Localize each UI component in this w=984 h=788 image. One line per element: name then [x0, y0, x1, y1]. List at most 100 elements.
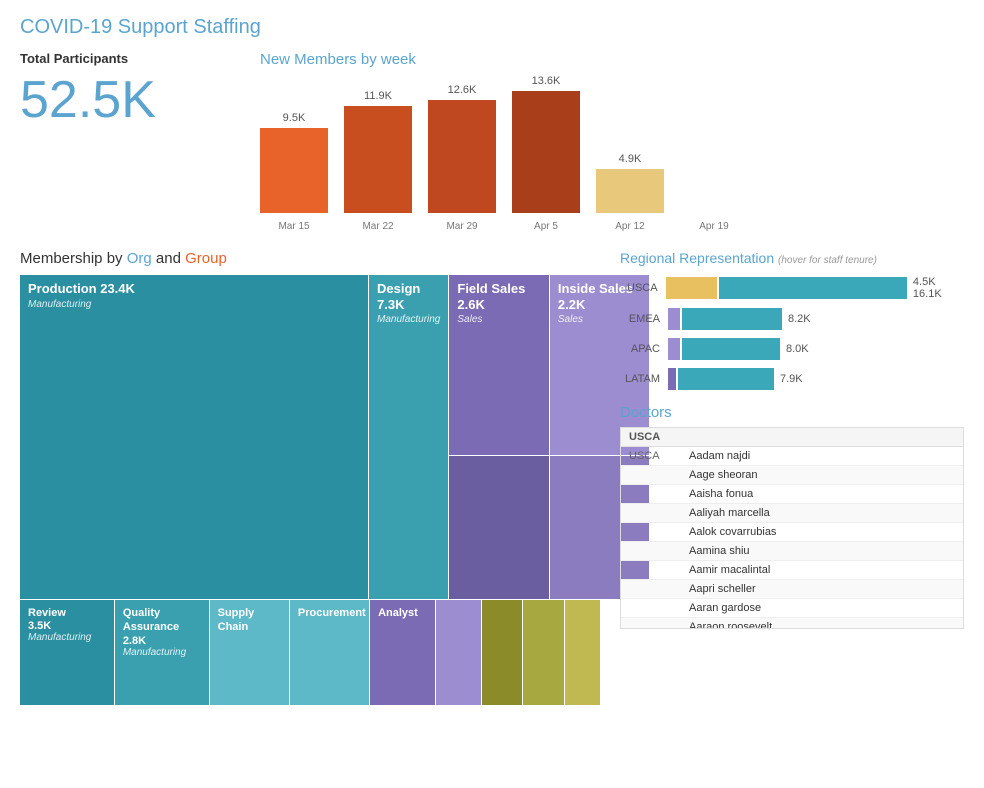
treemap-bottom-cell: Analyst: [370, 600, 435, 705]
bar: [344, 106, 412, 213]
region-bar-wrap: 8.0K: [668, 338, 809, 360]
treemap-bottom-cell: Review3.5KManufacturing: [20, 600, 114, 705]
region-bar-seg1: [668, 338, 680, 360]
bar: [596, 169, 664, 213]
doctors-data-row[interactable]: Aalok covarrubias: [621, 523, 963, 542]
doctors-cell-region: USCA: [621, 447, 681, 465]
bar-label: Apr 12: [615, 221, 644, 232]
doctors-data-row[interactable]: Aamir macalintal: [621, 561, 963, 580]
doctors-cell-region: [621, 523, 681, 541]
doctors-header-name: [681, 428, 963, 446]
treemap-bottom-cell: [565, 600, 600, 705]
region-label: APAC: [620, 343, 660, 355]
total-participants-value: 52.5K: [20, 72, 240, 129]
bar: [260, 128, 328, 213]
doctors-cell-region: [621, 561, 681, 579]
bar-col: 12.6K Mar 29: [428, 84, 496, 232]
region-bar-value: 8.2K: [788, 313, 811, 325]
region-label: USCA: [620, 282, 658, 294]
bar-col: 13.6K Apr 5: [512, 75, 580, 232]
doctors-body[interactable]: USCAUSCAAadam najdiAage sheoranAaisha fo…: [621, 428, 963, 628]
doctors-cell-name: Aaraon roosevelt: [681, 618, 963, 628]
doctors-cell-region: [621, 580, 681, 598]
region-row: LATAM 7.9K: [620, 368, 964, 390]
membership-title-text: Membership by Org and Group: [20, 250, 227, 267]
treemap-cell-sm1: [449, 456, 549, 599]
region-row: USCA 4.5K 16.1K: [620, 276, 964, 300]
region-bar-seg2: [682, 308, 782, 330]
treemap-mid-group: Design7.3KManufacturingField Sales2.6KSa…: [369, 275, 649, 599]
doctors-data-row[interactable]: Aaraon roosevelt: [621, 618, 963, 628]
doctors-cell-name: Aaisha fonua: [681, 485, 963, 503]
total-participants-label: Total Participants: [20, 51, 240, 66]
bar-col: 11.9KMar 22: [344, 90, 412, 232]
bottom-section: Membership by Org and Group Production 2…: [20, 250, 964, 705]
bar-label: Mar 22: [362, 221, 393, 232]
doctors-cell-region: [621, 485, 681, 503]
doctors-cell-region: [621, 542, 681, 560]
region-row: APAC 8.0K: [620, 338, 964, 360]
bar-col: Apr 19: [680, 209, 748, 232]
treemap-cell-field-sales: Field Sales2.6KSales: [449, 275, 549, 455]
region-bar-wrap: 7.9K: [668, 368, 803, 390]
doctors-cell-region: [621, 466, 681, 484]
right-panel: Regional Representation (hover for staff…: [620, 250, 964, 705]
bar-value: 13.6K: [532, 75, 561, 87]
bar-chart-title: New Members by week: [260, 51, 964, 68]
doctors-cell-name: Aage sheoran: [681, 466, 963, 484]
doctors-cell-region: [621, 599, 681, 617]
bar-value: 12.6K: [448, 84, 477, 96]
region-bar-value: 8.0K: [786, 343, 809, 355]
left-panel: Membership by Org and Group Production 2…: [20, 250, 600, 705]
total-participants-panel: Total Participants 52.5K: [20, 51, 240, 236]
treemap: Production 23.4KManufacturingDesign7.3KM…: [20, 275, 600, 705]
doctors-data-row[interactable]: Aaisha fonua: [621, 485, 963, 504]
doctors-cell-region: [621, 504, 681, 522]
treemap-top-row: Production 23.4KManufacturingDesign7.3KM…: [20, 275, 600, 599]
doctors-data-row[interactable]: Aapri scheller: [621, 580, 963, 599]
doctors-cell-name: Aaliyah marcella: [681, 504, 963, 522]
doctors-cell-name: Aamir macalintal: [681, 561, 963, 579]
region-bar-wrap: 8.2K: [668, 308, 811, 330]
bar-col: 9.5K Mar 15: [260, 112, 328, 232]
bar-label: Mar 15: [278, 221, 309, 232]
doctors-cell-name: Aaran gardose: [681, 599, 963, 617]
region-bar-seg2: [682, 338, 780, 360]
membership-title: Membership by Org and Group: [20, 250, 600, 267]
doctors-title: Doctors: [620, 404, 964, 421]
treemap-cell-production: Production 23.4KManufacturing: [20, 275, 368, 599]
treemap-bottom-cell: Procurement: [290, 600, 369, 705]
bar-chart: 9.5K Mar 15 11.9KMar 22 12.6K Mar 29 13.6K Apr…: [260, 76, 964, 236]
treemap-bottom-cell: Supply Chain: [210, 600, 289, 705]
bar: [428, 100, 496, 213]
bar-value: 9.5K: [283, 112, 306, 124]
bar-label: Mar 29: [446, 221, 477, 232]
doctors-data-row[interactable]: Aage sheoran: [621, 466, 963, 485]
doctors-table: USCAUSCAAadam najdiAage sheoranAaisha fo…: [620, 427, 964, 629]
doctors-cell-name: Aamina shiu: [681, 542, 963, 560]
doctors-data-row[interactable]: Aaliyah marcella: [621, 504, 963, 523]
doctors-data-row[interactable]: Aaran gardose: [621, 599, 963, 618]
regional-title: Regional Representation (hover for staff…: [620, 250, 964, 266]
region-bar-seg1: [668, 308, 680, 330]
regional-bars: USCA4.5K 16.1KEMEA8.2KAPAC8.0KLATAM7.9K: [620, 276, 964, 390]
doctors-cell-name: Aalok covarrubias: [681, 523, 963, 541]
doctors-cell-region: [621, 618, 681, 628]
region-bar-seg2: [719, 277, 907, 299]
doctors-data-row[interactable]: USCAAadam najdi: [621, 447, 963, 466]
treemap-bottom-cell: [523, 600, 563, 705]
treemap-bottom-cell: [482, 600, 522, 705]
doctors-header-row: USCA: [621, 428, 963, 447]
treemap-bottom-row: Review3.5KManufacturingQuality Assurance…: [20, 600, 600, 705]
tm-sub: Manufacturing: [28, 299, 360, 310]
region-bar-value: 7.9K: [780, 373, 803, 385]
doctors-data-row[interactable]: Aamina shiu: [621, 542, 963, 561]
treemap-cell-design: Design7.3KManufacturing: [369, 275, 448, 599]
page-title: COVID-19 Support Staffing: [20, 16, 964, 39]
bar-value: 4.9K: [619, 153, 642, 165]
bar-label: Apr 5: [534, 221, 558, 232]
bar-chart-section: New Members by week 9.5K Mar 15 11.9KMar 2…: [260, 51, 964, 236]
bar: [512, 91, 580, 213]
region-bar-wrap: 4.5K 16.1K: [666, 276, 964, 300]
region-label: LATAM: [620, 373, 660, 385]
